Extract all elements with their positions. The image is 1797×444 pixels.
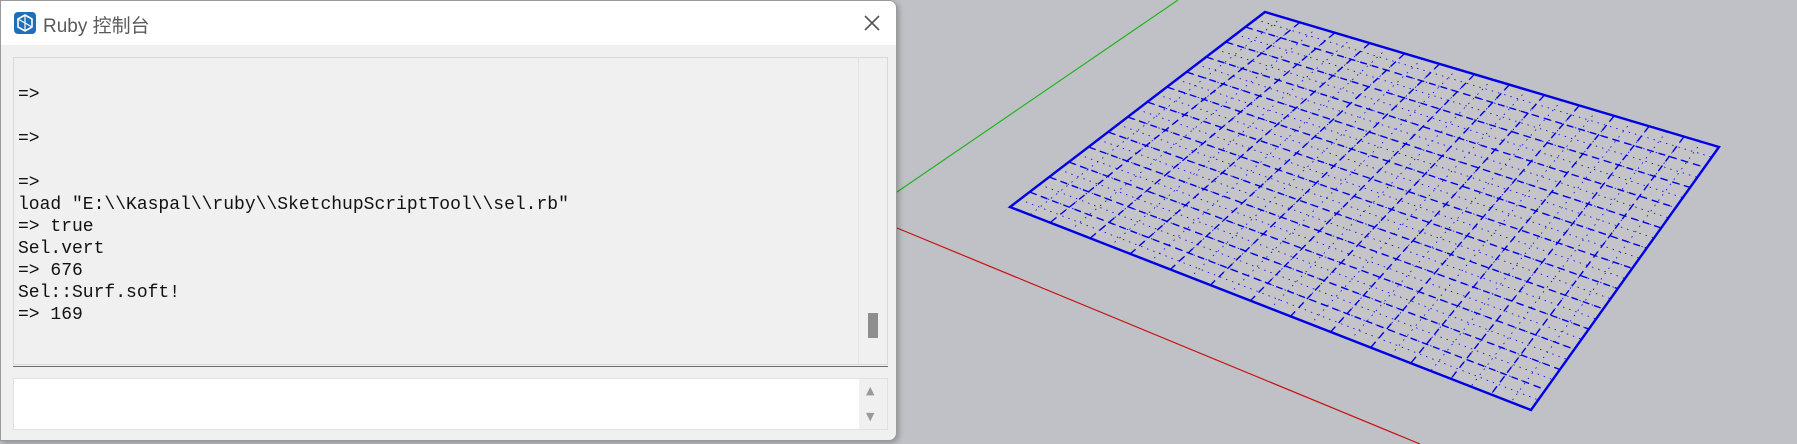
console-output-line: => 676: [18, 261, 83, 281]
window-title: Ruby 控制台: [43, 16, 150, 37]
scroll-down-icon[interactable]: ▼: [866, 411, 874, 423]
console-output-line: Sel.vert: [18, 239, 105, 259]
scroll-up-icon[interactable]: ▲: [866, 385, 874, 397]
selected-surface-grid[interactable]: [1007, 10, 1721, 412]
console-output-panel[interactable]: => => => load "E:\\Kaspal\\ruby\\Sketchu…: [13, 57, 888, 365]
console-output-line: =>: [18, 173, 40, 193]
console-output-line: =>: [18, 85, 40, 105]
ruby-command-input[interactable]: [14, 379, 854, 429]
input-scrollbar[interactable]: ▲ ▼: [859, 379, 887, 429]
sketchup-logo-icon: [14, 12, 36, 34]
console-output-line: Sel::Surf.soft!: [18, 283, 181, 303]
title-bar[interactable]: Ruby 控制台: [1, 1, 896, 45]
console-output-line: =>: [18, 129, 40, 149]
console-output-line: load "E:\\Kaspal\\ruby\\SketchupScriptTo…: [18, 195, 569, 215]
scrollbar-thumb[interactable]: [868, 313, 878, 338]
console-input-panel[interactable]: ▲ ▼: [13, 378, 888, 430]
console-output-text: => => => load "E:\\Kaspal\\ruby\\Sketchu…: [18, 84, 851, 326]
panel-divider: [13, 366, 888, 367]
console-output-line: => 169: [18, 305, 83, 325]
output-scrollbar[interactable]: [858, 58, 887, 364]
console-output-line: => true: [18, 217, 94, 237]
ruby-console-window[interactable]: Ruby 控制台 => => => load "E:\\Kaspal\\ruby…: [0, 0, 897, 441]
close-icon[interactable]: [856, 7, 888, 39]
